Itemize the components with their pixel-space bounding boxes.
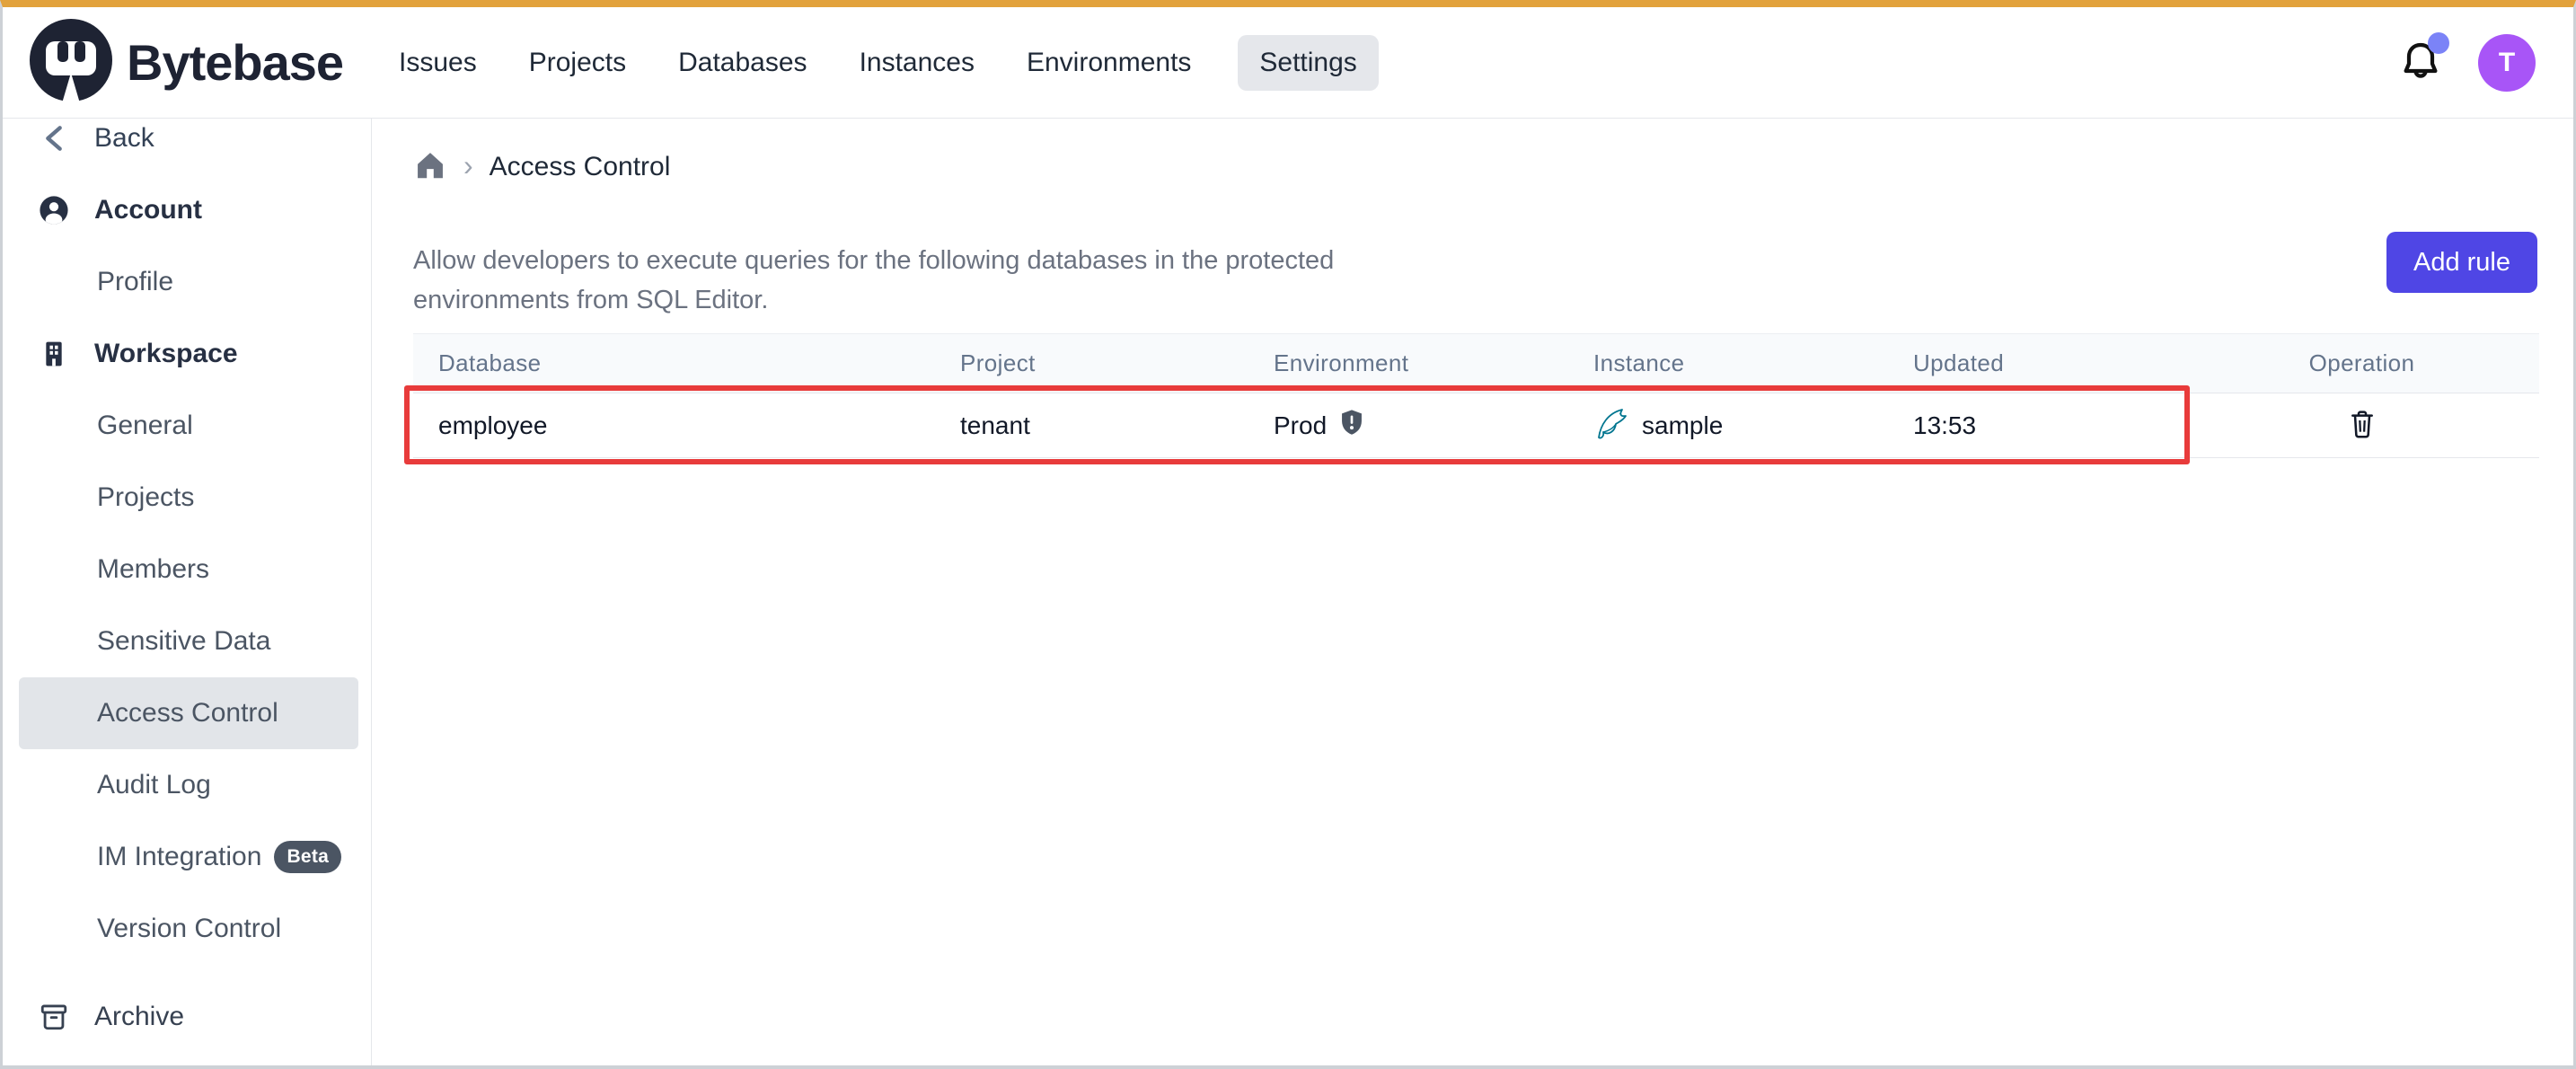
version-control-label: Version Control — [97, 914, 281, 944]
col-header-environment: Environment — [1274, 334, 1593, 393]
general-label: General — [97, 411, 193, 441]
access-rules-table: Database Project Environment Instance Up… — [413, 333, 2539, 458]
notification-dot — [2428, 32, 2449, 54]
account-section-label: Account — [94, 195, 202, 225]
breadcrumb: › Access Control — [413, 149, 2537, 185]
archive-label: Archive — [94, 1002, 184, 1032]
environment-name: Prod — [1274, 411, 1327, 440]
archive-icon — [39, 1002, 69, 1032]
col-header-project: Project — [960, 334, 1274, 393]
sidebar-item-profile[interactable]: Profile — [3, 246, 371, 318]
sidebar-item-access-control[interactable]: Access Control — [19, 677, 358, 749]
settings-sidebar: Back Account Profile — [3, 119, 372, 1065]
nav-item-databases[interactable]: Databases — [673, 35, 812, 91]
primary-nav: Issues Projects Databases Instances Envi… — [393, 35, 1379, 91]
nav-item-issues[interactable]: Issues — [393, 35, 482, 91]
add-rule-button[interactable]: Add rule — [2386, 232, 2537, 293]
delete-rule-button[interactable] — [2344, 404, 2380, 446]
cell-database: employee — [413, 393, 960, 458]
nav-item-projects[interactable]: Projects — [524, 35, 631, 91]
sidebar-item-archive[interactable]: Archive — [3, 981, 371, 1053]
sidebar-item-sensitive-data[interactable]: Sensitive Data — [3, 605, 371, 677]
bytebase-logo[interactable]: Bytebase — [28, 17, 343, 108]
cell-updated: 13:53 — [1913, 393, 2184, 458]
user-circle-icon — [39, 195, 69, 225]
col-header-instance: Instance — [1593, 334, 1913, 393]
sidebar-section-workspace: Workspace — [3, 318, 371, 390]
brand-name: Bytebase — [127, 33, 343, 92]
workspace-section-label: Workspace — [94, 339, 238, 369]
table-header-row: Database Project Environment Instance Up… — [413, 334, 2539, 393]
table-row[interactable]: employee tenant Prod — [413, 393, 2539, 458]
col-header-updated: Updated — [1913, 334, 2184, 393]
notification-bell-icon[interactable] — [2399, 40, 2442, 86]
sensitive-data-label: Sensitive Data — [97, 626, 270, 657]
back-button[interactable]: Back — [3, 119, 371, 174]
instance-name: sample — [1642, 411, 1723, 440]
back-label: Back — [94, 123, 154, 154]
audit-log-label: Audit Log — [97, 770, 211, 800]
members-label: Members — [97, 554, 209, 585]
breadcrumb-current: Access Control — [490, 152, 671, 182]
access-control-label: Access Control — [97, 698, 278, 729]
sidebar-item-projects[interactable]: Projects — [3, 462, 371, 534]
breadcrumb-chevron-icon: › — [463, 151, 473, 180]
nav-item-settings[interactable]: Settings — [1238, 35, 1378, 91]
projects-label: Projects — [97, 482, 194, 513]
app-window: Bytebase Issues Projects Databases Insta… — [0, 0, 2576, 1069]
chevron-left-icon — [39, 125, 69, 152]
sidebar-item-im-integration[interactable]: IM Integration Beta — [3, 821, 371, 893]
col-header-operation: Operation — [2184, 334, 2539, 393]
user-avatar[interactable]: T — [2478, 34, 2536, 92]
im-integration-label: IM Integration — [97, 842, 261, 872]
protected-shield-icon — [1337, 407, 1366, 444]
sidebar-item-general[interactable]: General — [3, 390, 371, 462]
page-description: Allow developers to execute queries for … — [413, 232, 1464, 320]
nav-item-instances[interactable]: Instances — [854, 35, 980, 91]
mysql-dolphin-icon — [1593, 402, 1631, 449]
sidebar-item-audit-log[interactable]: Audit Log — [3, 749, 371, 821]
cell-project: tenant — [960, 393, 1274, 458]
beta-badge: Beta — [274, 841, 341, 873]
topbar-right-controls: T — [2399, 34, 2536, 92]
col-header-database: Database — [413, 334, 960, 393]
profile-label: Profile — [97, 267, 173, 297]
nav-item-environments[interactable]: Environments — [1021, 35, 1196, 91]
sidebar-item-members[interactable]: Members — [3, 534, 371, 605]
sidebar-item-version-control[interactable]: Version Control — [3, 893, 371, 965]
main-content: › Access Control Allow developers to exe… — [372, 119, 2573, 1065]
building-icon — [39, 339, 69, 369]
access-rules-table-wrap: Database Project Environment Instance Up… — [413, 333, 2537, 458]
sidebar-section-account: Account — [3, 174, 371, 246]
home-icon[interactable] — [413, 148, 447, 187]
cell-environment: Prod — [1274, 393, 1593, 458]
bytebase-logo-icon — [28, 17, 114, 108]
cell-instance: sample — [1593, 393, 1913, 458]
top-navigation-bar: Bytebase Issues Projects Databases Insta… — [3, 7, 2573, 119]
cell-operation — [2184, 393, 2539, 458]
